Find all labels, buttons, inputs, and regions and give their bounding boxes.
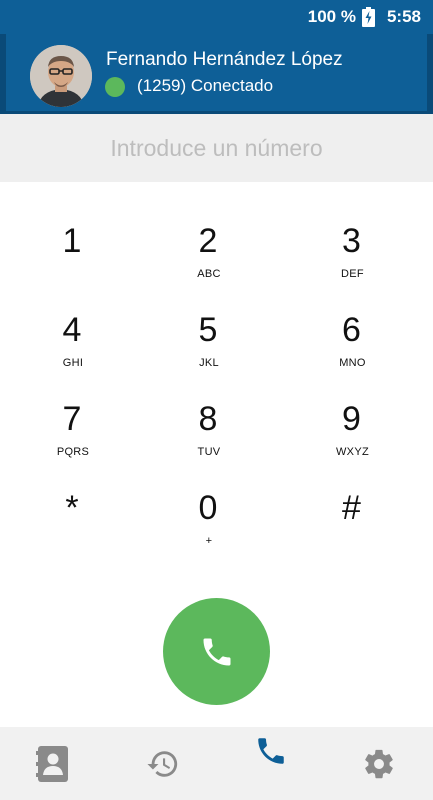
key-hash[interactable]: # — [272, 489, 433, 578]
key-5[interactable]: 5 JKL — [146, 311, 272, 400]
phone-icon — [203, 638, 230, 665]
nav-history[interactable] — [128, 727, 198, 800]
key-digit: 7 — [62, 400, 82, 438]
key-letters: + — [205, 535, 213, 547]
key-digit: 1 — [62, 222, 82, 260]
key-digit: 3 — [342, 222, 361, 260]
key-2[interactable]: 2 ABC — [146, 222, 272, 311]
key-digit: 2 — [198, 222, 218, 260]
key-9[interactable]: 9 WXYZ — [272, 400, 433, 489]
key-digit: 5 — [198, 311, 218, 349]
key-star[interactable]: * — [0, 489, 146, 578]
key-3[interactable]: 3 DEF — [272, 222, 433, 311]
key-letters: TUV — [197, 446, 221, 458]
key-8[interactable]: 8 TUV — [146, 400, 272, 489]
key-letters: WXYZ — [336, 446, 369, 458]
status-bar: 100 % 5:58 — [0, 0, 433, 34]
contacts-icon — [36, 745, 68, 782]
key-digit: 6 — [342, 311, 361, 349]
key-digit: 8 — [198, 400, 218, 438]
bottom-navigation — [0, 727, 433, 800]
key-letters: ABC — [197, 268, 221, 280]
user-name: Fernando Hernández López — [106, 49, 343, 70]
user-status: (1259) Conectado — [137, 76, 274, 95]
number-input[interactable] — [0, 114, 433, 182]
phone-icon — [258, 737, 284, 764]
user-photo — [30, 45, 92, 107]
key-7[interactable]: 7 PQRS — [0, 400, 146, 489]
call-button[interactable] — [163, 598, 270, 705]
key-letters: PQRS — [56, 446, 90, 458]
nav-settings[interactable] — [344, 727, 414, 800]
key-letters: MNO — [339, 357, 366, 369]
key-4[interactable]: 4 GHI — [0, 311, 146, 400]
nav-dialer[interactable] — [236, 727, 306, 800]
key-digit: * — [65, 489, 79, 527]
avatar[interactable] — [30, 45, 92, 107]
dial-keypad: 1 2 ABC 3 DEF 4 GHI 5 JKL 6 MNO 7 PQRS 8 TUV 9 W… — [0, 222, 433, 578]
key-digit: 9 — [342, 400, 361, 438]
nav-contacts[interactable] — [18, 727, 88, 800]
key-letters: JKL — [199, 357, 219, 369]
account-header: Fernando Hernández López (1259) Conectad… — [0, 34, 433, 114]
history-icon — [147, 750, 178, 777]
key-digit: # — [342, 489, 361, 527]
key-letters: GHI — [62, 357, 84, 369]
gear-icon — [365, 749, 393, 778]
key-1[interactable]: 1 — [0, 222, 146, 311]
clock: 5:58 — [386, 7, 421, 26]
key-letters: DEF — [341, 268, 364, 280]
battery-charging-icon — [361, 7, 375, 27]
key-digit: 0 — [198, 489, 218, 527]
key-6[interactable]: 6 MNO — [272, 311, 433, 400]
key-0[interactable]: 0 + — [146, 489, 272, 578]
key-digit: 4 — [62, 311, 82, 349]
presence-status-icon — [105, 77, 125, 97]
battery-percentage: 100 % — [307, 7, 356, 26]
